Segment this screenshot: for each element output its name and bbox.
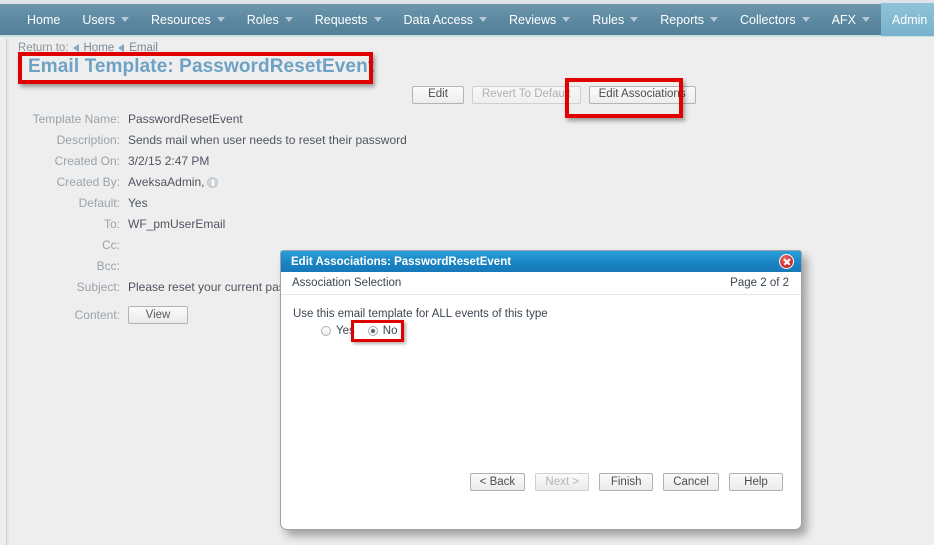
nav-item-admin[interactable]: Admin [880, 3, 934, 36]
radio-button[interactable] [321, 326, 331, 336]
detail-row: Template Name: PasswordResetEvent [0, 112, 420, 133]
nav-item-label: Reviews [509, 12, 557, 27]
detail-row: Default: Yes [0, 196, 420, 217]
radio-option-no[interactable]: No [367, 325, 398, 337]
detail-label: Description: [56, 133, 120, 147]
nav-item-label: Roles [246, 12, 279, 27]
detail-row: Description: Sends mail when user needs t… [0, 133, 420, 154]
edit-button[interactable]: Edit [412, 86, 464, 104]
chevron-down-icon [373, 17, 382, 22]
info-icon[interactable] [207, 177, 219, 188]
detail-label: Default: [78, 196, 120, 210]
nav-item-label: Reports [660, 12, 705, 27]
association-radio-group: Yes No [293, 325, 801, 337]
nav-item-users[interactable]: Users [71, 3, 140, 36]
dialog-footer: < Back Next > Finish Cancel Help [281, 465, 801, 498]
dialog-subheader: Association Selection Page 2 of 2 [281, 272, 801, 295]
breadcrumb-link-home[interactable]: Home [84, 42, 115, 54]
nav-item-label: Requests [314, 12, 368, 27]
detail-label: Template Name: [32, 112, 120, 126]
detail-value: Sends mail when user needs to reset thei… [128, 133, 407, 147]
chevron-down-icon [630, 17, 639, 22]
nav-item-roles[interactable]: Roles [236, 3, 304, 36]
nav-item-label: Home [27, 12, 61, 27]
dialog-title: Edit Associations: PasswordResetEvent [291, 255, 512, 268]
nav-item-resources[interactable]: Resources [140, 3, 236, 36]
edit-associations-dialog: Edit Associations: PasswordResetEvent As… [280, 250, 802, 530]
view-content-button[interactable]: View [128, 306, 188, 324]
radio-option-yes[interactable]: Yes [321, 325, 355, 337]
edit-associations-button[interactable]: Edit Associations [588, 86, 696, 104]
nav-item-collectors[interactable]: Collectors [729, 3, 821, 36]
breadcrumb-arrow-icon [72, 44, 79, 52]
dialog-page-indicator: Page 2 of 2 [730, 277, 789, 289]
detail-label: Created On: [54, 154, 120, 168]
association-prompt: Use this email template for ALL events o… [293, 308, 548, 320]
nav-item-label: Resources [151, 12, 211, 27]
dialog-titlebar: Edit Associations: PasswordResetEvent [281, 251, 801, 272]
dialog-button-finish[interactable]: Finish [599, 472, 654, 491]
chevron-down-icon [479, 17, 488, 22]
dialog-button-help[interactable]: Help [729, 472, 783, 491]
nav-item-reports[interactable]: Reports [649, 3, 729, 36]
nav-item-label: AFX [831, 12, 856, 27]
detail-label: To: [103, 217, 120, 231]
nav-item-label: Rules [592, 12, 625, 27]
dialog-section-label: Association Selection [292, 277, 402, 289]
detail-value: AveksaAdmin, [128, 175, 219, 189]
chevron-down-icon [801, 17, 810, 22]
radio-button[interactable] [367, 326, 378, 336]
nav-item-label: Users [82, 12, 115, 27]
breadcrumb-arrow-icon [118, 44, 125, 52]
breadcrumb-link-email[interactable]: Email [129, 42, 158, 54]
chevron-down-icon [710, 17, 719, 22]
template-toolbar: Edit Revert To Default Edit Associations [412, 86, 696, 104]
detail-value: PasswordResetEvent [128, 112, 243, 126]
breadcrumb: Return to: Home Email [18, 42, 158, 54]
detail-value: 3/2/15 2:47 PM [128, 154, 210, 168]
dialog-body: Use this email template for ALL events o… [281, 295, 801, 498]
dialog-button-back[interactable]: < Back [469, 472, 526, 491]
revert-to-default-button: Revert To Default [472, 86, 581, 104]
detail-row: Created On: 3/2/15 2:47 PM [0, 154, 420, 175]
detail-value: Yes [128, 196, 148, 210]
chevron-down-icon [861, 17, 870, 22]
app-root: Home Users Resources Roles Requests Data Acce… [0, 0, 934, 545]
dialog-button-cancel[interactable]: Cancel [663, 472, 719, 491]
dialog-button-next: Next > [535, 472, 590, 491]
chevron-down-icon [562, 17, 571, 22]
chevron-down-icon [121, 17, 129, 22]
nav-item-label: Collectors [740, 12, 796, 27]
detail-value: View [128, 306, 188, 324]
main-navigation-bar: Home Users Resources Roles Requests Data Acce… [0, 3, 934, 37]
detail-label: Content: [74, 308, 120, 322]
detail-label: Subject: [76, 280, 120, 294]
nav-item-data-access[interactable]: Data Access [393, 3, 498, 36]
page-title: Email Template: PasswordResetEvent [28, 56, 375, 77]
detail-row: Created By: AveksaAdmin, [0, 175, 420, 196]
nav-item-label: Admin [891, 12, 928, 27]
nav-item-reviews[interactable]: Reviews [498, 3, 581, 36]
detail-value: WF_pmUserEmail [128, 217, 226, 231]
radio-label: No [382, 325, 398, 337]
close-icon[interactable] [779, 254, 794, 269]
nav-item-label: Data Access [403, 12, 474, 27]
chevron-down-icon [216, 17, 225, 22]
detail-label: Cc: [102, 238, 120, 252]
nav-item-afx[interactable]: AFX [821, 3, 881, 36]
detail-label: Created By: [56, 175, 120, 189]
breadcrumb-prefix: Return to: [18, 42, 69, 54]
nav-item-rules[interactable]: Rules [581, 3, 649, 36]
detail-row: To: WF_pmUserEmail [0, 217, 420, 238]
chevron-down-icon [284, 17, 293, 22]
radio-label: Yes [336, 325, 355, 337]
detail-label: Bcc: [96, 259, 120, 273]
nav-item-home[interactable]: Home [16, 3, 71, 36]
nav-item-requests[interactable]: Requests [304, 3, 393, 36]
